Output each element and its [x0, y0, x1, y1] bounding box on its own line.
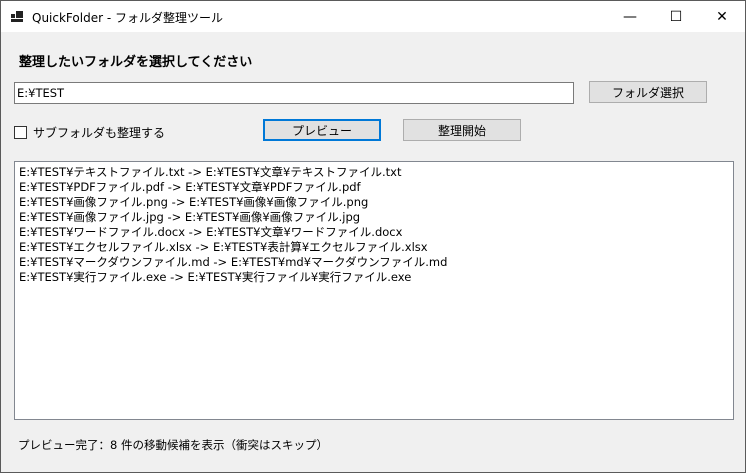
subfolder-checkbox[interactable]	[14, 126, 27, 139]
list-item[interactable]: E:¥TEST¥ワードファイル.docx -> E:¥TEST¥文章¥ワードファ…	[19, 225, 729, 240]
title-bar: QuickFolder - フォルダ整理ツール — ☐ ✕	[1, 1, 745, 32]
list-item[interactable]: E:¥TEST¥実行ファイル.exe -> E:¥TEST¥実行ファイル¥実行フ…	[19, 270, 729, 285]
subfolder-checkbox-label[interactable]: サブフォルダも整理する	[33, 124, 165, 141]
window-title: QuickFolder - フォルダ整理ツール	[32, 11, 223, 25]
list-item[interactable]: E:¥TEST¥テキストファイル.txt -> E:¥TEST¥文章¥テキストフ…	[19, 165, 729, 180]
app-icon	[11, 11, 23, 22]
close-button[interactable]: ✕	[699, 1, 745, 32]
list-item[interactable]: E:¥TEST¥画像ファイル.jpg -> E:¥TEST¥画像¥画像ファイル.…	[19, 210, 729, 225]
preview-listbox[interactable]: E:¥TEST¥テキストファイル.txt -> E:¥TEST¥文章¥テキストフ…	[14, 161, 734, 420]
maximize-button[interactable]: ☐	[653, 1, 699, 32]
minimize-button[interactable]: —	[607, 1, 653, 32]
start-organize-button[interactable]: 整理開始	[403, 119, 521, 141]
folder-path-input[interactable]: E:¥TEST	[14, 82, 574, 104]
select-folder-button[interactable]: フォルダ選択	[589, 81, 707, 103]
list-item[interactable]: E:¥TEST¥PDFファイル.pdf -> E:¥TEST¥文章¥PDFファイ…	[19, 180, 729, 195]
status-label: プレビュー完了：8 件の移動候補を表示（衝突はスキップ）	[18, 438, 328, 452]
list-item[interactable]: E:¥TEST¥エクセルファイル.xlsx -> E:¥TEST¥表計算¥エクセ…	[19, 240, 729, 255]
instruction-label: 整理したいフォルダを選択してください	[19, 55, 253, 70]
list-item[interactable]: E:¥TEST¥画像ファイル.png -> E:¥TEST¥画像¥画像ファイル.…	[19, 195, 729, 210]
list-item[interactable]: E:¥TEST¥マークダウンファイル.md -> E:¥TEST¥md¥マークダ…	[19, 255, 729, 270]
preview-button[interactable]: プレビュー	[263, 119, 381, 141]
